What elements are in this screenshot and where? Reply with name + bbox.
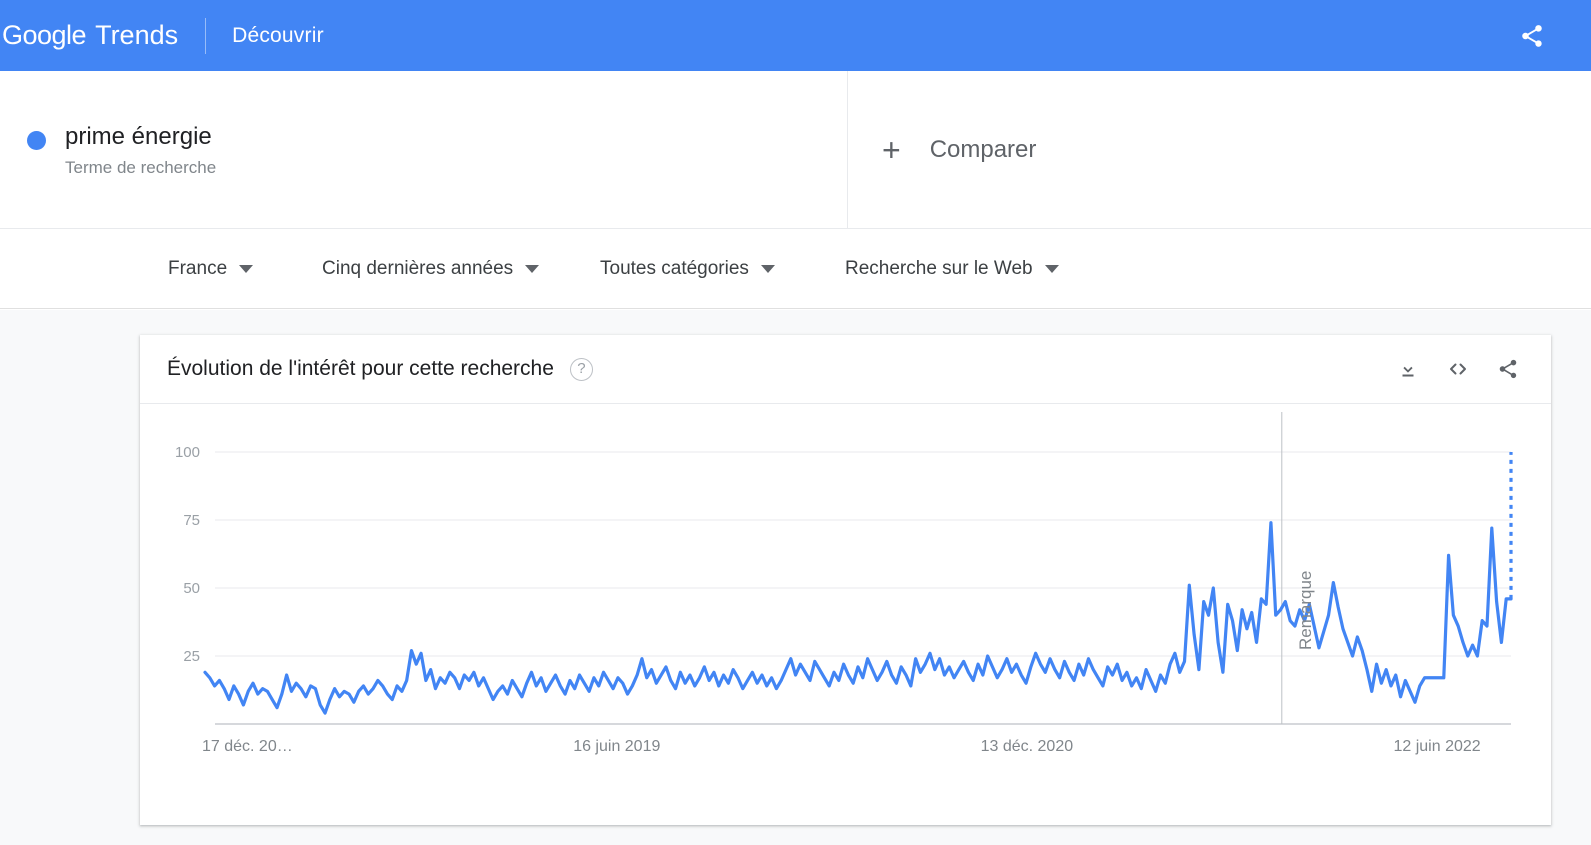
compare-cell: + Comparer bbox=[848, 71, 1591, 228]
page-body: Évolution de l'intérêt pour cette recher… bbox=[0, 310, 1591, 845]
chevron-down-icon bbox=[525, 264, 540, 273]
card-header: Évolution de l'intérêt pour cette recher… bbox=[140, 335, 1551, 404]
filter-timerange[interactable]: Cinq dernières années bbox=[322, 257, 540, 280]
google-trends-logo[interactable]: Google Trends bbox=[2, 20, 178, 51]
card-title: Évolution de l'intérêt pour cette recher… bbox=[167, 357, 554, 380]
help-icon[interactable]: ? bbox=[569, 357, 593, 381]
interest-over-time-card: Évolution de l'intérêt pour cette recher… bbox=[140, 335, 1551, 825]
y-axis-tick-label: 25 bbox=[183, 648, 200, 665]
chevron-down-icon bbox=[239, 264, 254, 273]
compare-label: Comparer bbox=[929, 135, 1037, 163]
y-axis-tick-label: 50 bbox=[183, 580, 200, 597]
filter-timerange-label: Cinq dernières années bbox=[322, 257, 514, 279]
nav-discover[interactable]: Découvrir bbox=[232, 24, 324, 48]
logo-google-text: Google bbox=[2, 20, 87, 50]
annotation-label: Remarque bbox=[1295, 571, 1315, 651]
share-icon[interactable] bbox=[1491, 352, 1525, 386]
interest-over-time-chart[interactable]: 25 50 75 100 17 déc. 20… 16 juin 2019 13 déc. … bbox=[140, 404, 1551, 824]
share-icon[interactable] bbox=[1517, 21, 1547, 51]
y-axis-tick-label: 75 bbox=[183, 512, 200, 529]
x-axis-tick-label: 17 déc. 20… bbox=[202, 738, 293, 755]
add-comparison-button[interactable]: + Comparer bbox=[848, 134, 1036, 166]
search-term-title: prime énergie bbox=[65, 122, 212, 150]
embed-code-icon[interactable] bbox=[1441, 352, 1475, 386]
filter-bar: France Cinq dernières années Toutes catégo… bbox=[0, 229, 1591, 309]
series-color-dot bbox=[27, 130, 46, 150]
download-icon[interactable] bbox=[1391, 352, 1425, 386]
filter-category-label: Toutes catégories bbox=[600, 257, 749, 279]
chart-svg: 25 50 75 100 17 déc. 20… 16 juin 2019 13 déc. … bbox=[175, 412, 1513, 755]
filter-searchtype[interactable]: Recherche sur le Web bbox=[845, 258, 1059, 280]
filter-region[interactable]: France bbox=[168, 257, 254, 280]
search-term-inner: prime énergie Terme de recherche bbox=[0, 122, 216, 178]
search-term-subtitle: Terme de recherche bbox=[65, 157, 217, 177]
filter-region-label: France bbox=[168, 257, 228, 279]
search-term-row: prime énergie Terme de recherche + Compa… bbox=[0, 71, 1591, 229]
app-bar: Google Trends Découvrir bbox=[0, 0, 1591, 71]
x-axis-tick-label: 16 juin 2019 bbox=[573, 738, 660, 755]
plus-icon: + bbox=[882, 131, 901, 168]
filter-category[interactable]: Toutes catégories bbox=[600, 258, 775, 280]
chevron-down-icon bbox=[760, 264, 775, 273]
chevron-down-icon bbox=[1044, 264, 1059, 273]
appbar-divider bbox=[205, 17, 207, 54]
x-axis-tick-label: 12 juin 2022 bbox=[1393, 738, 1480, 755]
logo-trends-text: Trends bbox=[95, 20, 179, 50]
search-term-texts: prime énergie Terme de recherche bbox=[65, 122, 216, 178]
x-axis-tick-label: 13 déc. 2020 bbox=[981, 738, 1074, 755]
filter-searchtype-label: Recherche sur le Web bbox=[845, 257, 1033, 279]
y-axis-tick-label: 100 bbox=[175, 444, 200, 461]
search-term-cell[interactable]: prime énergie Terme de recherche bbox=[0, 71, 848, 228]
